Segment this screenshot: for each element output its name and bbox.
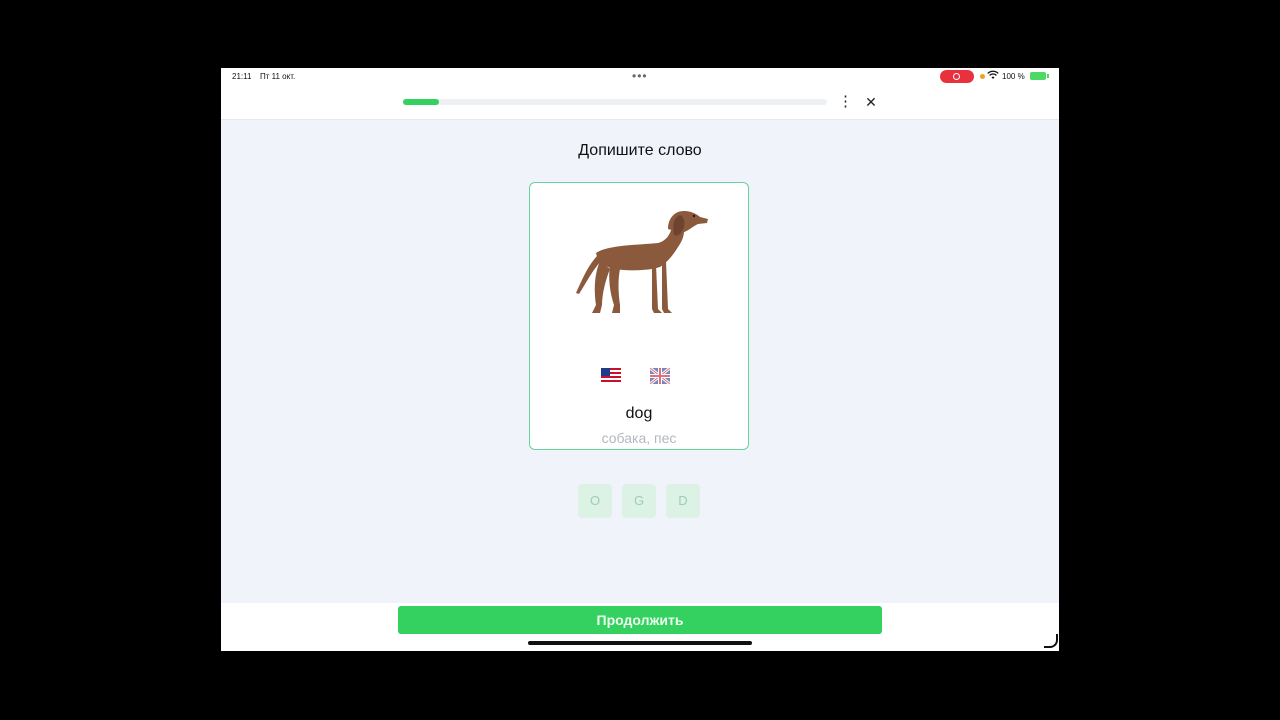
app-screen: 21:11 Пт 11 окт. ••• 100 % ⋮ ✕ Допишите …: [221, 68, 1059, 651]
lesson-header: ⋮ ✕: [221, 86, 1059, 120]
screen-record-icon[interactable]: [940, 70, 974, 83]
us-flag-icon[interactable]: [600, 365, 622, 387]
status-time: 21:11: [232, 72, 252, 81]
home-indicator[interactable]: [528, 641, 752, 645]
close-icon[interactable]: ✕: [863, 92, 879, 112]
uk-flag-icon[interactable]: [649, 365, 671, 387]
status-bar: 21:11 Пт 11 окт. ••• 100 %: [221, 68, 1059, 86]
multitasking-dots[interactable]: •••: [632, 69, 648, 83]
letter-tile[interactable]: O: [578, 484, 612, 518]
exercise-title: Допишите слово: [578, 142, 702, 159]
target-word: dog: [625, 405, 653, 422]
word-translation: собака, пес: [601, 430, 677, 446]
continue-button[interactable]: Продолжить: [398, 606, 882, 634]
wifi-icon: [987, 70, 999, 83]
mic-indicator-icon: [980, 74, 985, 79]
lesson-progress-fill: [403, 99, 440, 105]
word-card: dog собака, пес: [529, 182, 749, 450]
more-menu-icon[interactable]: ⋮: [838, 92, 853, 112]
letter-tile[interactable]: D: [666, 484, 700, 518]
status-date: Пт 11 окт.: [260, 72, 296, 81]
footer-bar: Продолжить: [221, 603, 1059, 651]
letter-tiles: O G D: [578, 484, 703, 518]
battery-icon: [1030, 72, 1049, 80]
letter-tile[interactable]: G: [622, 484, 656, 518]
lesson-progress-bar: [403, 99, 827, 105]
battery-percent: 100 %: [1002, 72, 1025, 81]
dog-illustration: [576, 211, 708, 313]
